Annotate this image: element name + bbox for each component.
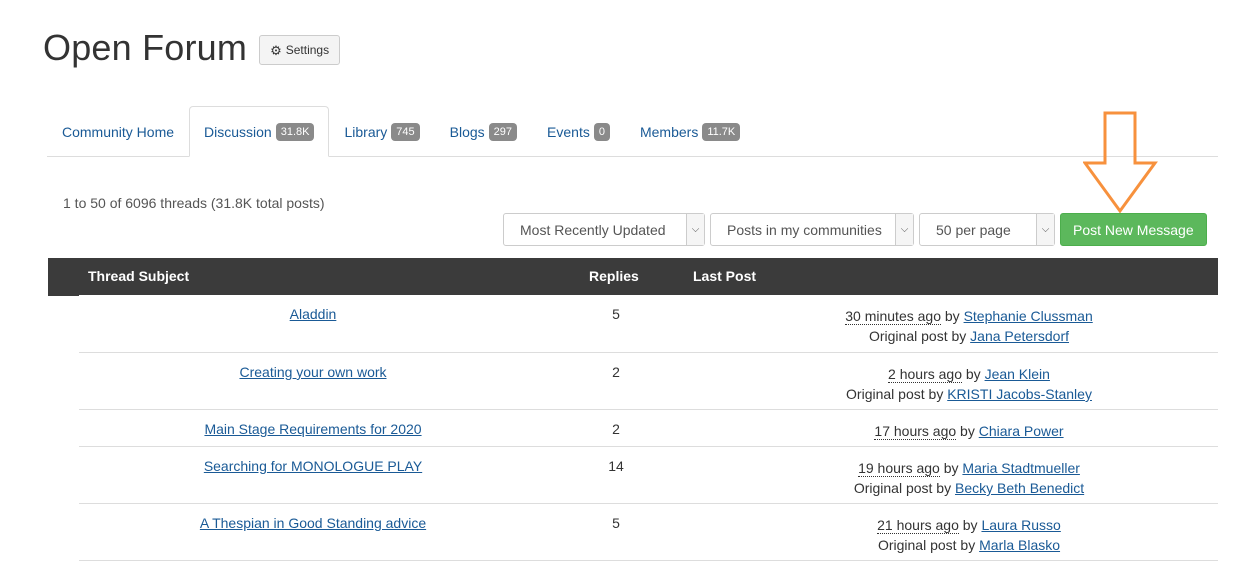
- thread-subject-link[interactable]: Creating your own work: [239, 364, 386, 380]
- thread-summary: 1 to 50 of 6096 threads (31.8K total pos…: [63, 195, 325, 211]
- post-new-message-button[interactable]: Post New Message: [1060, 213, 1207, 246]
- tab-bar: Community Home Discussion 31.8K Library …: [47, 106, 1218, 157]
- last-post-author-link[interactable]: Laura Russo: [981, 517, 1060, 533]
- tab-label: Library: [344, 123, 388, 140]
- chevron-down-icon: ⌵: [1036, 214, 1054, 245]
- per-page-select[interactable]: 50 per page ⌵: [919, 213, 1055, 246]
- thread-subject-link[interactable]: A Thespian in Good Standing advice: [200, 515, 426, 531]
- original-post-text: Original post by: [853, 480, 955, 496]
- settings-button-label: Settings: [285, 43, 330, 57]
- per-page-select-value: 50 per page: [936, 221, 1011, 238]
- table-row: Searching for MONOLOGUE PLAY 14 19 hours…: [79, 447, 1218, 504]
- last-post-time: 21 hours ago: [877, 517, 959, 534]
- original-author-link[interactable]: Marla Blasko: [979, 537, 1060, 553]
- table-row: Aladdin 5 30 minutes ago by Stephanie Cl…: [79, 295, 1218, 353]
- count-badge: 297: [488, 122, 518, 141]
- last-post-time: 30 minutes ago: [845, 308, 941, 325]
- last-post-author-link[interactable]: Maria Stadtmueller: [962, 460, 1080, 476]
- last-post-author-link[interactable]: Jean Klein: [985, 366, 1050, 382]
- original-post-text: Original post by: [868, 328, 971, 344]
- page-title: Open Forum: [43, 27, 248, 68]
- sort-select-value: Most Recently Updated: [520, 221, 666, 238]
- title-row: Open Forum ⚙ Settings: [43, 27, 341, 68]
- last-post-author-link[interactable]: Stephanie Clussman: [964, 308, 1093, 324]
- thread-subject-link[interactable]: Main Stage Requirements for 2020: [204, 421, 421, 437]
- count-badge: 0: [593, 122, 610, 141]
- column-header-last-post[interactable]: Last Post: [693, 268, 756, 284]
- reply-count: 5: [612, 306, 620, 322]
- count-badge: 745: [391, 122, 420, 141]
- tab-blogs[interactable]: Blogs 297: [435, 106, 532, 156]
- original-post-text: Original post by: [846, 386, 948, 402]
- column-header-replies[interactable]: Replies: [589, 268, 639, 284]
- filter-select[interactable]: Posts in my communities ⌵: [710, 213, 914, 246]
- reply-count: 14: [608, 458, 624, 474]
- last-post-time: 2 hours ago: [888, 366, 962, 383]
- last-post-info: 17 hours ago by Chiara Power: [709, 421, 1229, 441]
- count-badge: 11.7K: [702, 122, 741, 141]
- tab-library[interactable]: Library 745: [329, 106, 434, 156]
- header-divider: [48, 294, 79, 296]
- by-text: by: [940, 308, 964, 324]
- column-header-subject[interactable]: Thread Subject: [88, 268, 189, 284]
- reply-count: 2: [612, 364, 620, 380]
- down-arrow-annotation-icon: [1083, 111, 1158, 214]
- gear-icon: ⚙: [270, 42, 282, 58]
- tab-label: Discussion: [204, 123, 272, 140]
- tab-community-home[interactable]: Community Home: [47, 106, 189, 156]
- by-text: by: [958, 517, 982, 533]
- last-post-time: 19 hours ago: [858, 460, 940, 477]
- by-text: by: [961, 366, 985, 382]
- by-text: by: [939, 460, 963, 476]
- last-post-info: 19 hours ago by Maria Stadtmueller Origi…: [709, 458, 1229, 498]
- original-post-text: Original post by: [877, 537, 980, 553]
- thread-controls: Most Recently Updated ⌵ Posts in my comm…: [503, 213, 1207, 246]
- tab-events[interactable]: Events 0: [532, 106, 625, 156]
- table-header: Thread Subject Replies Last Post: [48, 258, 1218, 296]
- thread-list: Aladdin 5 30 minutes ago by Stephanie Cl…: [79, 295, 1218, 561]
- tab-members[interactable]: Members 11.7K: [625, 106, 755, 156]
- count-badge: 31.8K: [275, 122, 315, 141]
- reply-count: 2: [612, 421, 620, 437]
- tab-label: Community Home: [62, 123, 175, 140]
- chevron-down-icon: ⌵: [686, 214, 704, 245]
- sort-select[interactable]: Most Recently Updated ⌵: [503, 213, 705, 246]
- tab-label: Events: [547, 123, 590, 140]
- last-post-time: 17 hours ago: [874, 423, 957, 440]
- last-post-info: 2 hours ago by Jean Klein Original post …: [709, 364, 1229, 404]
- table-row: Main Stage Requirements for 2020 2 17 ho…: [79, 410, 1218, 447]
- tab-label: Members: [639, 123, 699, 140]
- tab-discussion[interactable]: Discussion 31.8K: [189, 106, 330, 157]
- by-text: by: [956, 423, 979, 439]
- tab-label: Blogs: [449, 123, 485, 140]
- filter-select-value: Posts in my communities: [727, 221, 882, 238]
- last-post-info: 21 hours ago by Laura Russo Original pos…: [709, 515, 1229, 555]
- original-author-link[interactable]: KRISTI Jacobs-Stanley: [947, 386, 1092, 402]
- last-post-info: 30 minutes ago by Stephanie Clussman Ori…: [709, 306, 1229, 346]
- thread-subject-link[interactable]: Searching for MONOLOGUE PLAY: [204, 458, 422, 474]
- original-author-link[interactable]: Jana Petersdorf: [970, 328, 1069, 344]
- thread-subject-link[interactable]: Aladdin: [290, 306, 337, 322]
- reply-count: 5: [612, 515, 620, 531]
- chevron-down-icon: ⌵: [895, 214, 913, 245]
- table-row: Creating your own work 2 2 hours ago by …: [79, 353, 1218, 410]
- original-author-link[interactable]: Becky Beth Benedict: [955, 480, 1084, 496]
- table-row: A Thespian in Good Standing advice 5 21 …: [79, 504, 1218, 561]
- settings-button[interactable]: ⚙ Settings: [259, 35, 341, 65]
- last-post-author-link[interactable]: Chiara Power: [979, 423, 1064, 439]
